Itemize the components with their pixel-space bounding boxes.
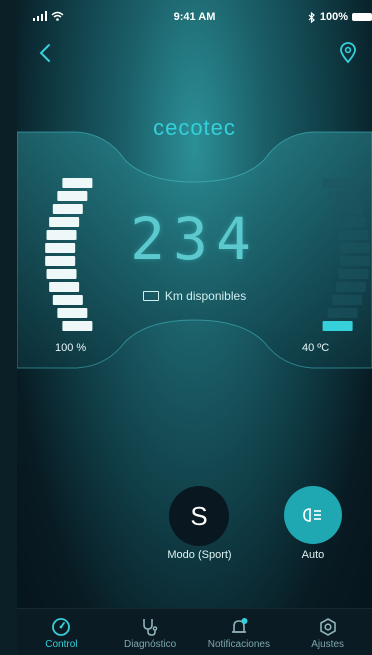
bottom-tab-bar: Control Diagnóstico Notificaciones Ajust… <box>17 608 372 655</box>
temperature-level-segment <box>327 191 358 201</box>
mode-letter: S <box>190 500 208 531</box>
range-label-row: Km disponibles <box>17 289 372 303</box>
battery-small-icon <box>142 291 159 301</box>
tab-label: Notificaciones <box>207 639 270 650</box>
temperature-label: 40 ºC <box>302 342 330 354</box>
app-screen: 9:41 AM 100% cecotec 234 Km disponibles … <box>17 0 372 655</box>
status-bar: 9:41 AM 100% <box>17 0 372 34</box>
mode-button[interactable]: S <box>169 486 229 546</box>
lights-label: Auto <box>301 549 325 561</box>
tab-control[interactable]: Control <box>21 609 101 650</box>
tab-diagnostico[interactable]: Diagnóstico <box>110 609 190 650</box>
battery-level-segment <box>62 321 93 331</box>
bluetooth-icon <box>308 11 315 23</box>
settings-hexagon-icon <box>319 618 336 636</box>
location-button[interactable] <box>338 42 358 66</box>
location-pin-icon <box>340 42 356 64</box>
battery-level-segment <box>57 191 88 201</box>
battery-level-segment <box>57 308 88 318</box>
chevron-left-icon <box>39 44 50 62</box>
back-button[interactable] <box>35 40 57 66</box>
range-label: Km disponibles <box>164 289 247 303</box>
tab-label: Ajustes <box>311 639 345 650</box>
speedometer-icon <box>52 618 71 636</box>
range-value: 234 <box>130 205 259 273</box>
mode-label: Modo (Sport) <box>167 549 232 561</box>
lights-auto-button[interactable] <box>284 486 342 544</box>
battery-percent: 100% <box>319 11 348 23</box>
tab-label: Control <box>45 639 78 650</box>
temperature-level-segment <box>322 178 353 188</box>
headlight-icon <box>303 508 321 522</box>
bell-icon <box>231 618 248 633</box>
top-nav <box>17 40 372 68</box>
battery-level-segment <box>62 178 93 188</box>
battery-icon <box>352 13 372 21</box>
tab-ajustes[interactable]: Ajustes <box>288 609 368 650</box>
stethoscope-icon <box>143 619 158 636</box>
temperature-level-segment <box>327 308 358 318</box>
temperature-level-segment <box>322 321 353 331</box>
tab-label: Diagnóstico <box>123 639 177 650</box>
status-right: 100% <box>308 11 372 23</box>
tab-notificaciones[interactable]: Notificaciones <box>199 609 279 650</box>
battery-level-label: 100 % <box>55 342 87 354</box>
